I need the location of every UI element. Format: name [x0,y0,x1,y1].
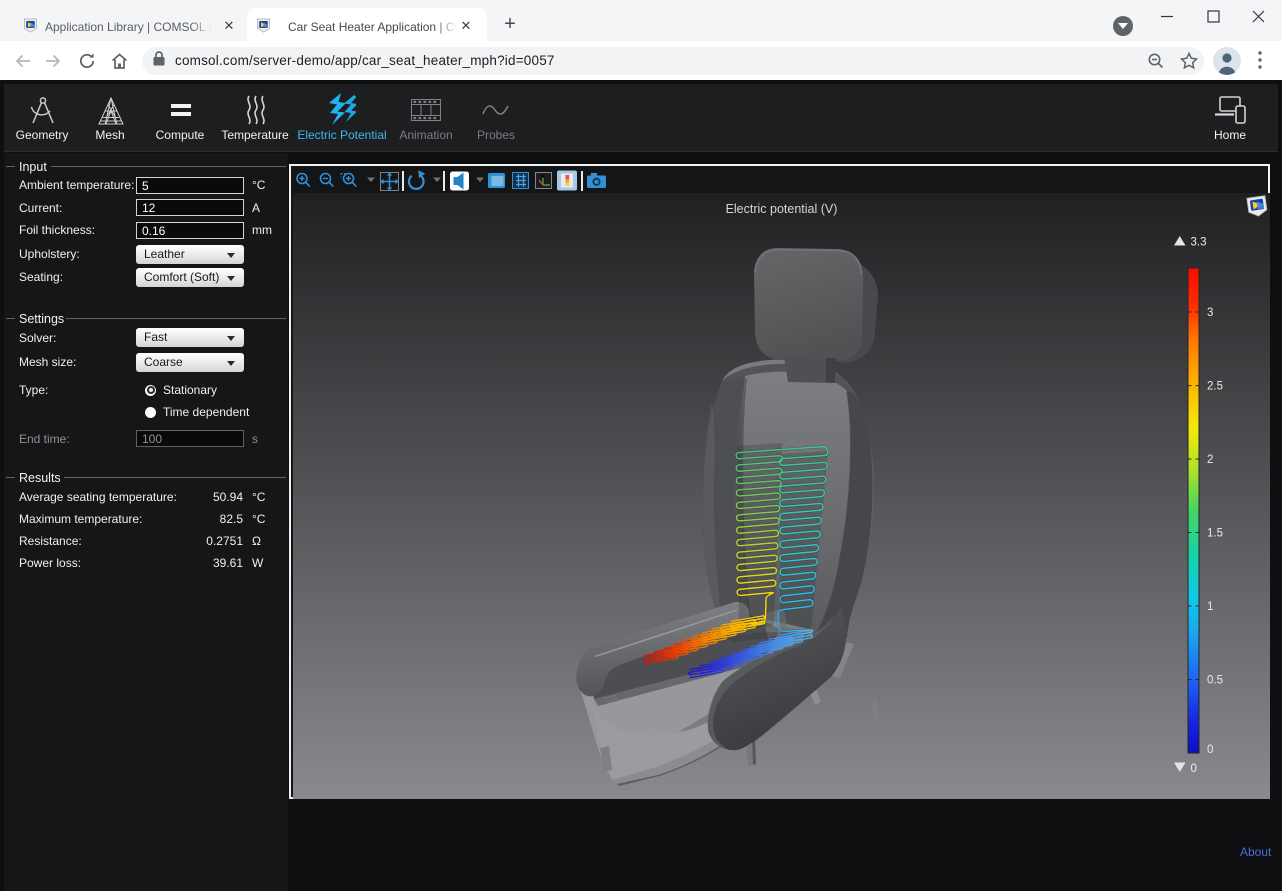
svg-text:2.5: 2.5 [1207,381,1223,393]
svg-text:0: 0 [1207,744,1213,756]
svg-text:3.3: 3.3 [1191,237,1207,249]
svg-text:0: 0 [1191,763,1197,775]
svg-text:3: 3 [1207,307,1213,319]
svg-text:0.5: 0.5 [1207,675,1223,687]
svg-text:1.5: 1.5 [1207,528,1223,540]
svg-text:2: 2 [1207,454,1213,466]
svg-text:1: 1 [1207,601,1213,613]
